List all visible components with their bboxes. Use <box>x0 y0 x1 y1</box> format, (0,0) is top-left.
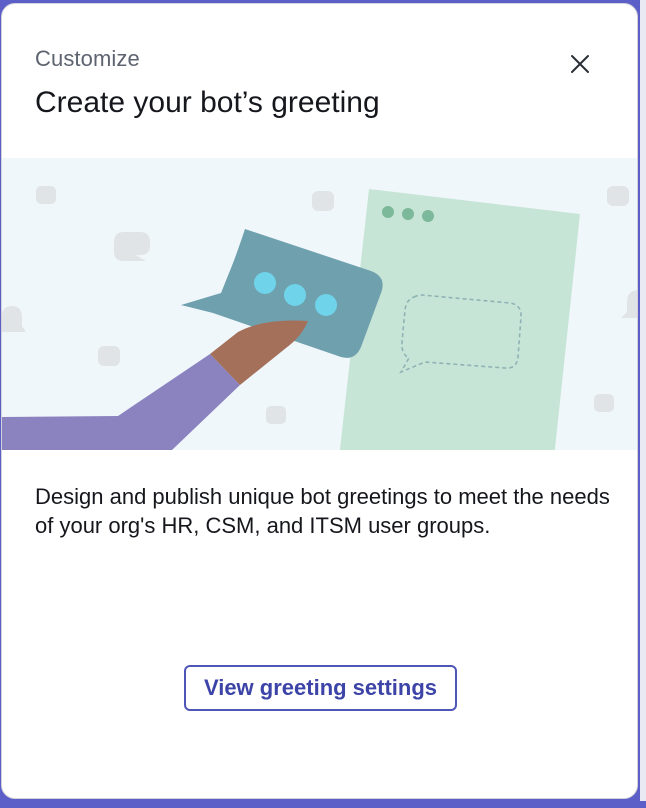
view-greeting-settings-button[interactable]: View greeting settings <box>184 665 457 711</box>
close-button[interactable] <box>564 48 596 80</box>
chat-window-icon <box>339 189 580 450</box>
dialog-eyebrow: Customize <box>35 46 140 71</box>
dialog-description: Design and publish unique bot greetings … <box>35 484 610 538</box>
greeting-dialog: Customize Create your bot’s greeting Des… <box>1 3 638 799</box>
window-bottom-border <box>0 801 646 808</box>
window-right-edge <box>640 0 646 808</box>
close-icon <box>571 55 589 73</box>
dialog-title: Create your bot’s greeting <box>35 86 380 119</box>
hand-icon <box>2 320 308 450</box>
greeting-illustration <box>2 158 637 450</box>
